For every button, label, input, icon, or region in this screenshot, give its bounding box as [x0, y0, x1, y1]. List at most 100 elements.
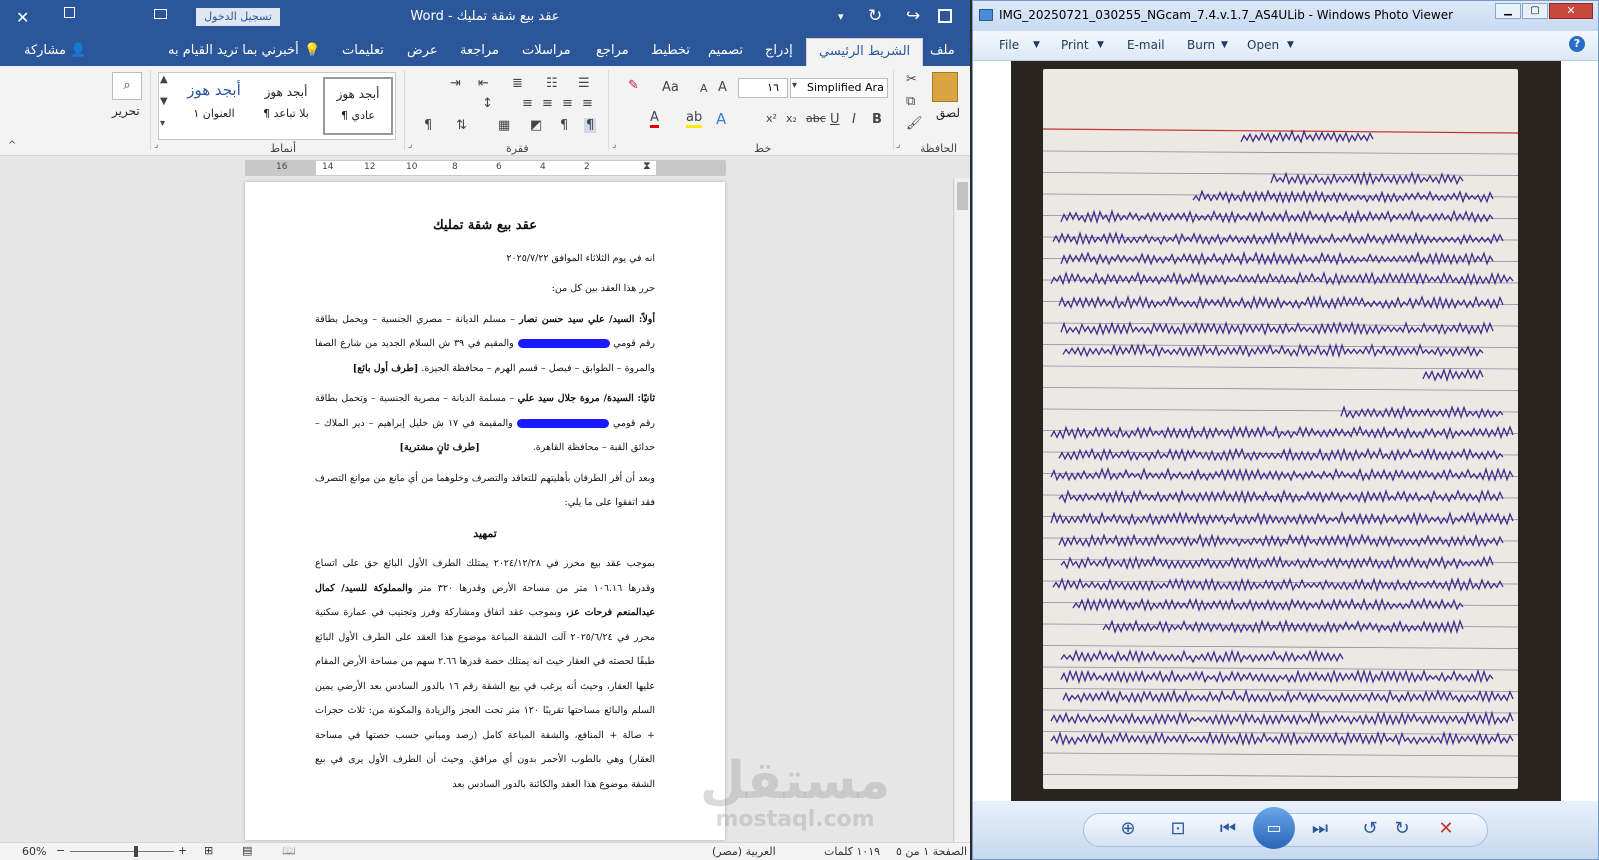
- rotate-right-icon[interactable]: ↻: [1387, 815, 1417, 843]
- tab-mailings[interactable]: مراسلات: [522, 41, 571, 61]
- maximize-icon[interactable]: ▢: [1522, 3, 1548, 19]
- tab-file[interactable]: ملف: [930, 41, 955, 61]
- italic-icon[interactable]: I: [852, 112, 856, 127]
- zoom-out-icon[interactable]: −: [56, 844, 65, 857]
- language-indicator[interactable]: العربية (مصر): [712, 845, 776, 858]
- grow-font-icon[interactable]: A: [718, 80, 727, 95]
- strikethrough-icon[interactable]: abc: [806, 112, 826, 125]
- paragraph-launcher-icon[interactable]: ⌟: [408, 140, 412, 150]
- center-icon[interactable]: ≡: [562, 96, 573, 111]
- minimize-icon[interactable]: ▁: [1495, 3, 1521, 19]
- chevron-down-icon[interactable]: ▾: [792, 80, 797, 91]
- signin-button[interactable]: تسجيل الدخول: [196, 8, 280, 26]
- print-layout-icon[interactable]: ▤: [242, 844, 252, 857]
- collapse-ribbon-icon[interactable]: ^: [8, 140, 16, 151]
- text-effects-icon[interactable]: A: [716, 110, 726, 128]
- image-view[interactable]: [973, 61, 1598, 801]
- tab-layout[interactable]: تخطيط: [651, 41, 690, 61]
- editing-button[interactable]: تحرير: [112, 104, 140, 118]
- menu-open[interactable]: Open: [1247, 38, 1279, 52]
- bold-icon[interactable]: B: [872, 112, 882, 127]
- line-spacing-icon[interactable]: ↕: [482, 96, 493, 111]
- shading-icon[interactable]: ◩: [530, 118, 542, 133]
- vertical-scrollbar[interactable]: [955, 178, 970, 842]
- help-icon[interactable]: ?: [1569, 36, 1585, 52]
- font-name-box[interactable]: Simplified Ara: [790, 78, 888, 98]
- actual-size-icon[interactable]: ⊡: [1163, 815, 1193, 843]
- decrease-indent-icon[interactable]: ⇤: [478, 76, 489, 91]
- clear-format-icon[interactable]: ✎: [628, 78, 639, 93]
- previous-icon[interactable]: ⏮: [1213, 815, 1243, 843]
- zoom-in-icon[interactable]: +: [178, 844, 187, 857]
- chevron-down-icon[interactable]: ▼: [1033, 40, 1040, 50]
- close-icon[interactable]: ✕: [1549, 3, 1593, 19]
- rotate-left-icon[interactable]: ↺: [1355, 815, 1385, 843]
- page-indicator[interactable]: الصفحة ١ من ٥: [896, 845, 967, 858]
- subscript-icon[interactable]: x₂: [786, 112, 797, 125]
- change-case-icon[interactable]: Aa: [662, 80, 679, 95]
- menu-burn[interactable]: Burn: [1187, 38, 1215, 52]
- font-size-box[interactable]: ١٦: [738, 78, 788, 98]
- share-icon[interactable]: 👤: [70, 41, 86, 61]
- highlight-icon[interactable]: ab: [686, 110, 703, 128]
- increase-indent-icon[interactable]: ⇥: [450, 76, 461, 91]
- redo-icon[interactable]: ↪: [906, 6, 920, 26]
- menu-print[interactable]: Print: [1061, 38, 1089, 52]
- tab-design[interactable]: تصميم: [708, 41, 743, 61]
- underline-icon[interactable]: U: [830, 112, 840, 127]
- read-mode-icon[interactable]: 📖: [282, 844, 296, 857]
- restore-ribbon-icon[interactable]: [154, 9, 167, 19]
- format-painter-icon[interactable]: 🖌: [906, 116, 923, 131]
- zoom-slider[interactable]: [70, 851, 174, 852]
- cut-icon[interactable]: ✂: [906, 72, 917, 87]
- tab-insert[interactable]: إدراج: [765, 41, 793, 61]
- zoom-thumb[interactable]: [134, 846, 138, 857]
- gallery-down-icon[interactable]: ▼: [160, 96, 168, 107]
- styles-launcher-icon[interactable]: ⌟: [154, 140, 158, 150]
- chevron-down-icon[interactable]: ▼: [1287, 40, 1294, 50]
- tab-help[interactable]: تعليمات: [342, 41, 384, 61]
- tab-home[interactable]: الشريط الرئيسي: [806, 38, 924, 66]
- font-launcher-icon[interactable]: ⌟: [612, 140, 616, 150]
- refresh-icon[interactable]: ↻: [868, 6, 882, 26]
- zoom-icon[interactable]: ⊕: [1113, 815, 1143, 843]
- superscript-icon[interactable]: x²: [766, 112, 777, 125]
- gallery-more-icon[interactable]: ▾: [160, 118, 165, 129]
- next-icon[interactable]: ⏭: [1305, 815, 1335, 843]
- paste-button[interactable]: لصق: [936, 106, 960, 120]
- chevron-down-icon[interactable]: ▼: [1097, 40, 1104, 50]
- copy-icon[interactable]: ⧉: [906, 94, 915, 109]
- chevron-down-icon[interactable]: ▼: [1221, 40, 1228, 50]
- sort-icon[interactable]: ⇅: [456, 118, 467, 133]
- tab-references[interactable]: مراجع: [596, 41, 629, 61]
- style-heading1[interactable]: أبجد هوز العنوان ١: [179, 77, 249, 135]
- slideshow-icon[interactable]: ▭: [1253, 807, 1295, 849]
- font-color-icon[interactable]: A: [650, 110, 659, 128]
- justify-icon[interactable]: ≡: [522, 96, 533, 111]
- gallery-up-icon[interactable]: ▲: [160, 74, 168, 85]
- close-icon[interactable]: ✕: [16, 8, 29, 27]
- save-icon[interactable]: [938, 9, 952, 23]
- paste-icon[interactable]: [932, 72, 958, 102]
- style-no-spacing[interactable]: أبجد هوز ¶ بلا تباعد: [251, 77, 321, 135]
- multilevel-icon[interactable]: ≣: [512, 76, 523, 91]
- tab-review[interactable]: مراجعة: [460, 41, 499, 61]
- focus-mode-icon[interactable]: ⊞: [204, 844, 213, 857]
- menu-file[interactable]: File: [999, 38, 1019, 52]
- menu-email[interactable]: E-mail: [1127, 38, 1165, 52]
- maximize-icon[interactable]: [64, 7, 75, 18]
- show-marks-icon[interactable]: ¶: [424, 118, 432, 133]
- ltr-icon[interactable]: ¶: [560, 118, 568, 133]
- zoom-level[interactable]: 60%: [22, 845, 46, 858]
- align-left-icon[interactable]: ≡: [542, 96, 553, 111]
- word-count[interactable]: ١٠١٩ كلمات: [824, 845, 880, 858]
- align-right-icon[interactable]: ≡: [582, 96, 593, 111]
- clipboard-launcher-icon[interactable]: ⌟: [896, 140, 900, 150]
- rtl-icon[interactable]: ¶: [584, 118, 597, 133]
- bullets-icon[interactable]: ☰: [578, 76, 590, 91]
- tell-me-box[interactable]: أخبرني بما تريد القيام به: [168, 41, 299, 61]
- delete-icon[interactable]: ✕: [1431, 815, 1461, 843]
- document-page[interactable]: عقد بيع شقة تمليك انه في يوم الثلاثاء ال…: [245, 182, 725, 840]
- style-normal[interactable]: أبجد هوز ¶ عادي: [323, 77, 393, 135]
- share-button[interactable]: مشاركة: [24, 41, 66, 61]
